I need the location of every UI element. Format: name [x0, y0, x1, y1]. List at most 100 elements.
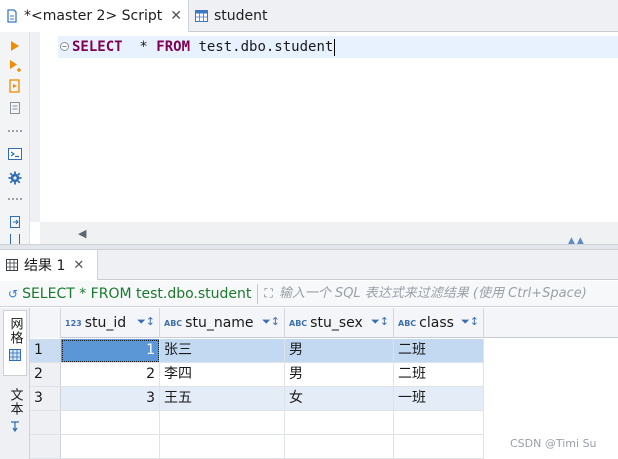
- row-number-empty: [30, 435, 61, 459]
- editor-tab-bar: *<master 2> Script ✕ student: [0, 0, 618, 32]
- explain-plan-button[interactable]: [7, 100, 23, 116]
- close-icon[interactable]: ✕: [73, 258, 84, 273]
- column-header-label: class: [419, 315, 454, 331]
- column-header-label: stu_sex: [310, 315, 363, 331]
- watermark: CSDN @Timi Su: [510, 437, 597, 450]
- filter-bar: ↺ SELECT * FROM test.dbo.student ⛶: [0, 281, 618, 307]
- empty-cell: [394, 411, 484, 435]
- filter-sort-icon[interactable]: ⏷↕: [137, 315, 155, 329]
- scroll-left-icon[interactable]: ◀: [78, 227, 86, 240]
- editor-horizontal-scrollbar[interactable]: ◀ ▲▲: [40, 222, 618, 246]
- cell-class[interactable]: 一班: [394, 387, 484, 411]
- column-type-number-icon: 123: [65, 318, 82, 328]
- row-number[interactable]: 1: [30, 339, 61, 363]
- fold-toggle-icon[interactable]: −: [60, 42, 69, 51]
- play-icon: [11, 41, 19, 51]
- cell-stu-id[interactable]: 3: [61, 387, 160, 411]
- result-view-switcher: 网格 文本: [0, 308, 30, 459]
- play-new-tab-icon: [10, 60, 21, 72]
- filter-input[interactable]: [278, 282, 618, 305]
- row-number[interactable]: 3: [30, 387, 61, 411]
- table-row[interactable]: 2 2 李四 男 二班: [30, 363, 618, 387]
- sql-keyword-select: SELECT: [72, 39, 123, 55]
- tab-student[interactable]: student: [189, 0, 274, 32]
- empty-cell: [61, 411, 160, 435]
- sql-target-table: test.dbo.student: [190, 39, 334, 55]
- cell-stu-name[interactable]: 王五: [160, 387, 285, 411]
- view-tab-text[interactable]: 文本: [3, 384, 27, 444]
- execute-script-button[interactable]: [7, 78, 23, 94]
- empty-cell: [285, 411, 394, 435]
- table-icon: [194, 10, 208, 22]
- cell-stu-id[interactable]: 1: [61, 339, 160, 363]
- sql-keyword-from: FROM: [156, 39, 191, 55]
- text-view-icon: [11, 421, 19, 432]
- script-run-icon: [9, 79, 20, 93]
- row-number-header: [30, 308, 61, 338]
- toolbar-separator: [8, 198, 22, 200]
- cell-stu-sex[interactable]: 男: [285, 339, 394, 363]
- close-icon[interactable]: ✕: [170, 8, 182, 24]
- more-button[interactable]: [7, 234, 23, 244]
- sql-star: *: [122, 39, 157, 55]
- cell-stu-id[interactable]: 2: [61, 363, 160, 387]
- results-tab-bar: 结果 1 ✕: [0, 250, 618, 280]
- view-tab-text-label: 文本: [7, 388, 23, 416]
- column-header-stu-sex[interactable]: ABC stu_sex ⏷↕: [285, 308, 394, 338]
- export-icon: [10, 216, 20, 228]
- filter-separator: [257, 283, 259, 304]
- column-header-stu-name[interactable]: ABC stu_name ⏷↕: [160, 308, 285, 338]
- document-icon: [10, 102, 20, 114]
- column-header-class[interactable]: ABC class ⏷↕: [394, 308, 484, 338]
- settings-button[interactable]: [7, 170, 23, 186]
- table-row[interactable]: 1 1 张三 男 二班: [30, 339, 618, 363]
- cell-stu-name[interactable]: 张三: [160, 339, 285, 363]
- column-header-label: stu_id: [84, 315, 127, 331]
- view-tab-grid[interactable]: 网格: [3, 310, 27, 376]
- tab-results-label: 结果 1: [24, 258, 66, 274]
- filter-sort-icon[interactable]: ⏷↕: [262, 315, 280, 329]
- column-type-text-icon: ABC: [164, 318, 183, 328]
- cell-class[interactable]: 二班: [394, 363, 484, 387]
- tab-script-label: *<master 2> Script: [24, 8, 163, 24]
- filter-sort-icon[interactable]: ⏷↕: [371, 315, 389, 329]
- column-header-label: stu_name: [185, 315, 254, 331]
- execute-statement-button[interactable]: [7, 38, 23, 54]
- execute-in-new-tab-button[interactable]: [7, 58, 23, 74]
- cell-stu-name[interactable]: 李四: [160, 363, 285, 387]
- column-type-text-icon: ABC: [289, 318, 308, 328]
- grid-icon: [6, 259, 18, 271]
- empty-cell: [160, 411, 285, 435]
- cell-stu-sex[interactable]: 女: [285, 387, 394, 411]
- text-caret: [334, 38, 336, 56]
- tab-student-label: student: [213, 8, 268, 24]
- refresh-icon[interactable]: ↺: [8, 287, 18, 301]
- export-button[interactable]: [7, 214, 23, 230]
- cell-class[interactable]: 二班: [394, 339, 484, 363]
- empty-row: [30, 411, 618, 435]
- empty-cell: [394, 435, 484, 459]
- empty-cell: [285, 435, 394, 459]
- cell-stu-sex[interactable]: 男: [285, 363, 394, 387]
- query-text[interactable]: ↺ SELECT * FROM test.dbo.student: [0, 286, 251, 302]
- empty-cell: [160, 435, 285, 459]
- script-file-icon: [7, 9, 17, 23]
- row-number[interactable]: 2: [30, 363, 61, 387]
- row-number-empty: [30, 411, 61, 435]
- toolbar-separator: [8, 130, 22, 132]
- table-row[interactable]: 3 3 王五 女 一班: [30, 387, 618, 411]
- sql-editor[interactable]: − SELECT * FROM test.dbo.student: [40, 32, 618, 222]
- gear-icon: [8, 171, 22, 185]
- column-type-text-icon: ABC: [398, 318, 417, 328]
- code-line-current[interactable]: − SELECT * FROM test.dbo.student: [58, 36, 618, 58]
- document-icon: [10, 234, 20, 244]
- column-header-stu-id[interactable]: 123 stu_id ⏷↕: [61, 308, 160, 338]
- open-console-button[interactable]: [7, 146, 23, 162]
- filter-sort-icon[interactable]: ⏷↕: [461, 315, 479, 329]
- terminal-icon: [8, 148, 22, 160]
- tab-results-1[interactable]: 结果 1 ✕: [0, 250, 98, 280]
- tab-script[interactable]: *<master 2> Script ✕: [0, 0, 189, 32]
- editor-toolbar: [0, 32, 30, 244]
- view-tab-grid-label: 网格: [7, 317, 23, 345]
- expand-filter-icon[interactable]: ⛶: [264, 286, 272, 301]
